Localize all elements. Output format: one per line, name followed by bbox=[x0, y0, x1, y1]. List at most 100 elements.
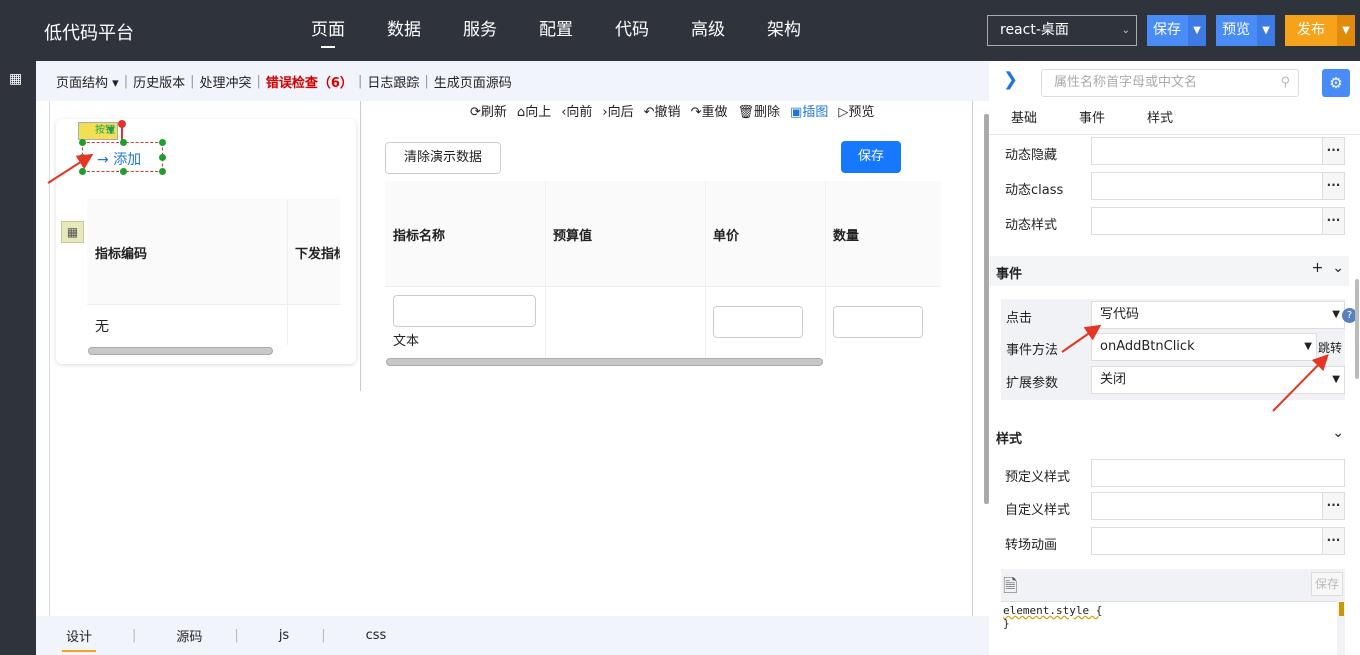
more-icon[interactable]: ··· bbox=[1323, 172, 1345, 200]
grid-icon[interactable]: ▦ bbox=[9, 71, 22, 87]
tab-source[interactable]: 源码 bbox=[172, 626, 206, 645]
caret-down-icon[interactable]: ▼ bbox=[1337, 15, 1355, 46]
preview-button-label: 预览 bbox=[1222, 22, 1250, 38]
backward-label: 向后 bbox=[607, 105, 634, 120]
ext-param-select[interactable]: 关闭 ▼ bbox=[1091, 366, 1345, 394]
style-section-header[interactable]: 样式 ⌄ bbox=[989, 421, 1349, 451]
page-structure-label: 页面结构 bbox=[56, 75, 109, 91]
resize-handle[interactable] bbox=[79, 168, 86, 175]
forward-label: 向前 bbox=[566, 105, 593, 120]
tab-events[interactable]: 事件 bbox=[1079, 103, 1105, 134]
caret-down-icon[interactable]: ▼ bbox=[1257, 15, 1275, 46]
tab-js[interactable]: js bbox=[275, 628, 293, 643]
column-divider bbox=[705, 181, 706, 357]
name-input[interactable] bbox=[393, 295, 536, 327]
price-input[interactable] bbox=[713, 306, 803, 338]
preview-canvas-button[interactable]: ▷预览 bbox=[838, 101, 874, 120]
click-handler-select[interactable]: 写代码 ▼ bbox=[1091, 301, 1345, 329]
css-save-button[interactable]: 保存 bbox=[1311, 572, 1343, 596]
method-select[interactable]: onAddBtnClick ▼ bbox=[1091, 333, 1317, 361]
selected-add-button-frame[interactable]: → 添加 bbox=[79, 139, 166, 175]
env-select-value: react-桌面 bbox=[1000, 22, 1069, 38]
more-icon[interactable]: ··· bbox=[1323, 492, 1345, 520]
events-section-header[interactable]: 事件 + ⌄ bbox=[989, 256, 1349, 286]
resize-handle[interactable] bbox=[120, 139, 127, 146]
prop-field[interactable] bbox=[1091, 492, 1323, 520]
page-structure-menu[interactable]: 页面结构 ▾ bbox=[51, 72, 124, 91]
redo-button[interactable]: ↷重做 bbox=[691, 101, 728, 120]
prop-field[interactable] bbox=[1091, 137, 1323, 165]
prop-field[interactable] bbox=[1091, 527, 1323, 555]
gen-source-link[interactable]: 生成页面源码 bbox=[429, 72, 517, 91]
canvas-save-button[interactable]: 保存 bbox=[841, 141, 901, 173]
horizontal-scrollbar[interactable] bbox=[386, 358, 823, 366]
ext-param-label: 扩展参数 bbox=[1006, 376, 1059, 391]
document-icon[interactable]: 🗎 bbox=[1003, 574, 1017, 604]
component-icon[interactable]: ▦ bbox=[61, 221, 84, 243]
delete-label: 删除 bbox=[754, 105, 781, 120]
prop-row-predefined-style: 预定义样式 bbox=[989, 459, 1349, 489]
error-check-link[interactable]: 错误检查（6） bbox=[261, 72, 358, 91]
scroll-marker bbox=[1339, 602, 1344, 616]
undo-button[interactable]: ↶撤销 bbox=[643, 101, 681, 120]
refresh-button[interactable]: ⟳刷新 bbox=[470, 101, 507, 120]
history-link[interactable]: 历史版本 bbox=[128, 72, 190, 91]
resize-handle[interactable] bbox=[159, 154, 166, 161]
jump-link[interactable]: 跳转 bbox=[1318, 339, 1342, 356]
tab-css[interactable]: css bbox=[362, 628, 391, 643]
prop-field[interactable] bbox=[1091, 459, 1345, 487]
gear-icon[interactable]: ⚙ bbox=[1322, 69, 1350, 97]
css-code-area[interactable]: element.style { } bbox=[1001, 601, 1337, 655]
prop-field[interactable] bbox=[1091, 172, 1323, 200]
preview-button[interactable]: 预览 ▼ bbox=[1216, 15, 1275, 46]
chevron-down-icon[interactable]: ⌄ bbox=[1332, 425, 1344, 441]
undo-icon: ↶ bbox=[643, 105, 655, 120]
resize-handle[interactable] bbox=[159, 139, 166, 146]
properties-tabs: 基础 事件 样式 bbox=[989, 103, 1360, 135]
property-search-input[interactable]: 属性名称首字母或中文名 ⚲ bbox=[1041, 69, 1299, 97]
divider: | bbox=[132, 628, 137, 643]
add-button[interactable]: → 添加 bbox=[97, 149, 141, 169]
save-button[interactable]: 保存 ▼ bbox=[1147, 15, 1206, 46]
chevron-right-icon[interactable]: ❯ bbox=[1003, 69, 1018, 90]
publish-button[interactable]: 发布 ▼ bbox=[1285, 15, 1355, 46]
backward-button[interactable]: ›向后 bbox=[602, 101, 634, 120]
prop-label: 转场动画 bbox=[1005, 538, 1058, 553]
resize-handle[interactable] bbox=[79, 139, 86, 146]
tab-design[interactable]: 设计 bbox=[62, 626, 97, 652]
tab-style[interactable]: 样式 bbox=[1147, 103, 1173, 134]
resize-handle[interactable] bbox=[120, 168, 127, 175]
nav-page[interactable]: 页面 bbox=[290, 0, 366, 61]
delete-button[interactable]: 🗑删除 bbox=[737, 101, 781, 120]
more-icon[interactable]: ··· bbox=[1323, 527, 1345, 555]
resize-handle[interactable] bbox=[159, 168, 166, 175]
chevron-down-icon[interactable]: ⌄ bbox=[1332, 260, 1344, 276]
forward-button[interactable]: ‹向前 bbox=[561, 101, 593, 120]
conflict-link[interactable]: 处理冲突 bbox=[194, 72, 256, 91]
caret-down-icon[interactable]: ▼ bbox=[1188, 15, 1206, 46]
resize-handle[interactable] bbox=[79, 154, 86, 161]
clear-demo-button[interactable]: 清除演示数据 bbox=[385, 142, 501, 174]
component-type-tag[interactable]: 按钮 ▼ bbox=[78, 122, 118, 140]
column-header: 指标名称 bbox=[393, 229, 446, 244]
nav-architecture[interactable]: 架构 bbox=[746, 0, 822, 61]
log-link[interactable]: 日志跟踪 bbox=[362, 72, 424, 91]
caret-down-icon: ▼ bbox=[107, 125, 115, 136]
nav-code[interactable]: 代码 bbox=[594, 0, 670, 61]
horizontal-scrollbar[interactable] bbox=[88, 347, 273, 355]
tab-basic[interactable]: 基础 bbox=[1011, 103, 1037, 134]
env-select[interactable]: react-桌面 ⌄ bbox=[987, 15, 1137, 46]
quantity-input[interactable] bbox=[833, 306, 923, 338]
vertical-scrollbar[interactable] bbox=[1355, 279, 1359, 379]
nav-advanced[interactable]: 高级 bbox=[670, 0, 746, 61]
insert-image-button[interactable]: ▣插图 bbox=[790, 101, 828, 120]
nav-config[interactable]: 配置 bbox=[518, 0, 594, 61]
nav-service[interactable]: 服务 bbox=[442, 0, 518, 61]
nav-data[interactable]: 数据 bbox=[366, 0, 442, 61]
prop-field[interactable] bbox=[1091, 207, 1323, 235]
more-icon[interactable]: ··· bbox=[1323, 207, 1345, 235]
add-event-icon[interactable]: + bbox=[1312, 260, 1324, 276]
up-button[interactable]: ⌂向上 bbox=[517, 101, 551, 120]
more-icon[interactable]: ··· bbox=[1323, 137, 1345, 165]
divider: | bbox=[234, 628, 239, 643]
